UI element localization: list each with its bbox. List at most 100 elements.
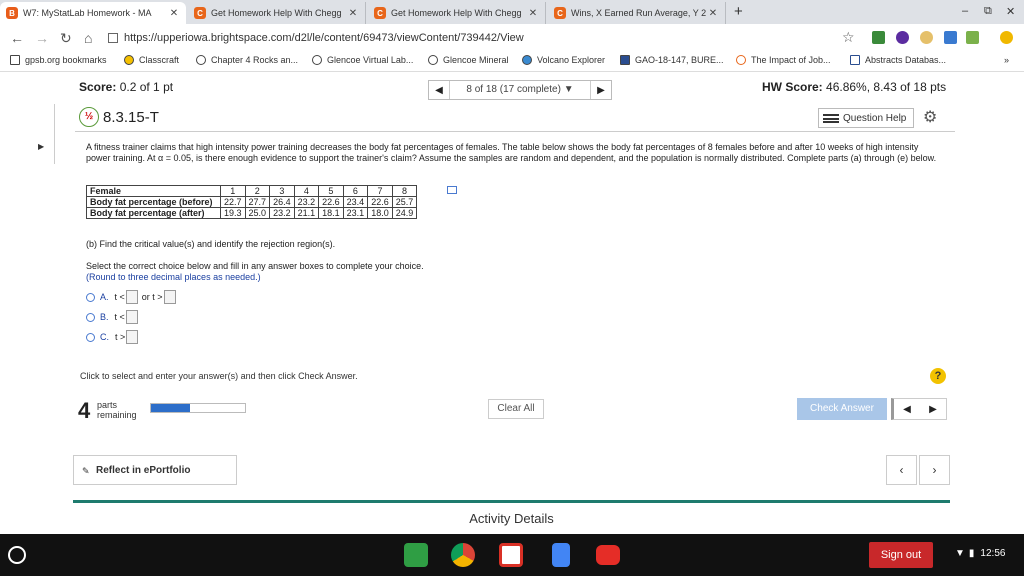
answer-input[interactable] <box>125 290 138 304</box>
prev-page-button[interactable]: ‹ <box>886 455 917 485</box>
menu-icon <box>823 113 839 123</box>
gmail-app-icon[interactable] <box>499 543 523 567</box>
globe-icon <box>196 55 206 65</box>
reflect-eportfolio-button[interactable]: ✎ Reflect in ePortfolio <box>73 455 237 485</box>
question-help-button[interactable]: Question Help <box>818 108 914 128</box>
check-answer-button[interactable]: Check Answer <box>797 398 887 420</box>
help-icon[interactable]: ? <box>930 368 946 384</box>
extension-icon[interactable] <box>944 31 957 44</box>
docs-app-icon[interactable] <box>552 543 570 567</box>
radio-button[interactable] <box>86 292 95 302</box>
bookmark-label: Glencoe Mineral <box>443 55 509 65</box>
parts-label-line: remaining <box>97 410 137 420</box>
radio-button[interactable] <box>86 332 95 342</box>
close-icon[interactable]: ✕ <box>347 8 359 19</box>
new-tab-button[interactable]: + <box>734 3 743 20</box>
reload-icon[interactable]: ↻ <box>60 30 72 47</box>
gear-icon[interactable]: ⚙ <box>923 107 937 127</box>
radio-button[interactable] <box>86 312 95 322</box>
clear-all-button[interactable]: Clear All <box>488 399 544 419</box>
tab-mystatlab[interactable]: B W7: MyStatLab Homework - MA ✕ <box>0 2 186 24</box>
question-navigator: ◀ 8 of 18 (17 complete) ▼ ▶ <box>428 80 612 100</box>
url-input[interactable]: https://upperiowa.brightspace.com/d2l/le… <box>108 27 878 49</box>
next-page-button[interactable]: › <box>919 455 950 485</box>
bookmark-label: Volcano Explorer <box>537 55 606 65</box>
battery-icon: ▮ <box>968 548 975 559</box>
forward-icon[interactable]: → <box>35 30 49 46</box>
question-position-dropdown[interactable]: 8 of 18 (17 complete) ▼ <box>449 81 591 99</box>
bookmark-label: Chapter 4 Rocks an... <box>211 55 299 65</box>
table-cell: 22.7 <box>220 196 246 208</box>
table-header-label: Female <box>86 185 221 197</box>
chegg-icon: C <box>194 7 206 19</box>
extension-icon[interactable] <box>872 31 885 44</box>
page-info-icon[interactable] <box>108 33 118 43</box>
choice-b[interactable]: B. t < <box>86 310 142 324</box>
tab-strip: B W7: MyStatLab Homework - MA ✕ C Get Ho… <box>0 0 1024 24</box>
table-cell: 3 <box>269 185 295 197</box>
back-icon[interactable]: ← <box>10 30 24 46</box>
content-pager: ‹ › <box>884 455 950 485</box>
bookmark-item[interactable]: GAO-18-147, BURE... <box>620 55 724 65</box>
parts-label-line: parts <box>97 400 118 410</box>
globe-icon <box>428 55 438 65</box>
pin-icon: ✎ <box>82 466 90 476</box>
tab-chegg-2[interactable]: C Get Homework Help With Chegg ✕ <box>368 2 546 24</box>
reflect-label: Reflect in ePortfolio <box>96 464 191 476</box>
tab-title: Get Homework Help With Chegg <box>391 8 522 18</box>
side-panel-divider <box>54 104 57 164</box>
choice-text: t < <box>114 292 125 302</box>
question-help-label: Question Help <box>843 112 907 124</box>
system-tray[interactable]: ▼ ▮ 12:56 <box>955 548 1005 559</box>
bookmarks-overflow-button[interactable]: » <box>1004 55 1009 65</box>
close-icon[interactable]: ✕ <box>527 8 539 19</box>
choice-c[interactable]: C. t > <box>86 330 142 344</box>
bookmark-folder[interactable]: gpsb.org bookmarks <box>10 55 107 65</box>
answer-input[interactable] <box>163 290 176 304</box>
next-part-button[interactable]: ▶ <box>929 404 937 415</box>
prev-part-button[interactable]: ◀ <box>903 404 911 415</box>
restore-icon[interactable]: ⧉ <box>984 5 992 18</box>
launcher-icon[interactable] <box>8 546 26 564</box>
bookmark-star-icon[interactable]: ☆ <box>842 29 855 46</box>
bookmark-item[interactable]: Glencoe Mineral <box>428 55 509 65</box>
answer-input[interactable] <box>126 330 139 344</box>
minimize-icon[interactable]: – <box>962 5 968 17</box>
bookmark-item[interactable]: Abstracts Databas... <box>850 55 946 65</box>
expand-panel-icon[interactable]: ▶ <box>38 142 44 151</box>
next-question-button[interactable]: ▶ <box>591 85 611 96</box>
question-position: 8 of 18 (17 complete) <box>466 84 561 95</box>
chrome-app-icon[interactable] <box>451 543 475 567</box>
copy-table-icon[interactable] <box>447 186 457 194</box>
sign-out-button[interactable]: Sign out <box>869 542 933 568</box>
close-icon[interactable]: ✕ <box>707 8 719 19</box>
table-cell: 25.0 <box>244 207 271 219</box>
wifi-icon: ▼ <box>955 548 965 559</box>
profile-avatar-icon[interactable] <box>1000 31 1013 44</box>
classroom-app-icon[interactable] <box>404 543 428 567</box>
bookmark-item[interactable]: Glencoe Virtual Lab... <box>312 55 413 65</box>
home-icon[interactable]: ⌂ <box>84 30 92 46</box>
activity-details[interactable]: Activity Details <box>73 500 950 534</box>
parts-remaining-count: 4 <box>78 398 91 423</box>
bookmark-item[interactable]: The Impact of Job... <box>736 55 831 65</box>
extension-icon[interactable] <box>920 31 933 44</box>
bookmark-label: Classcraft <box>139 55 180 65</box>
answer-input[interactable] <box>125 310 138 324</box>
table-cell: 22.6 <box>318 196 344 208</box>
choice-a[interactable]: A. t < or t > <box>86 290 180 304</box>
bookmark-label: GAO-18-147, BURE... <box>635 55 724 65</box>
close-icon[interactable]: ✕ <box>168 8 180 19</box>
table-cell: 2 <box>244 185 271 197</box>
bookmark-item[interactable]: Volcano Explorer <box>522 55 605 65</box>
tab-chegg-1[interactable]: C Get Homework Help With Chegg ✕ <box>188 2 366 24</box>
extension-icon[interactable] <box>966 31 979 44</box>
tab-chegg-3[interactable]: C Wins, X Earned Run Average, Y 2 ✕ <box>548 2 726 24</box>
youtube-app-icon[interactable] <box>596 545 620 565</box>
bookmark-item[interactable]: Chapter 4 Rocks an... <box>196 55 298 65</box>
close-window-icon[interactable]: ✕ <box>1006 5 1015 18</box>
hw-score-label: HW Score: <box>762 80 823 94</box>
prev-question-button[interactable]: ◀ <box>429 85 449 96</box>
bookmark-item[interactable]: Classcraft <box>124 55 179 65</box>
yahoo-extension-icon[interactable] <box>896 31 909 44</box>
